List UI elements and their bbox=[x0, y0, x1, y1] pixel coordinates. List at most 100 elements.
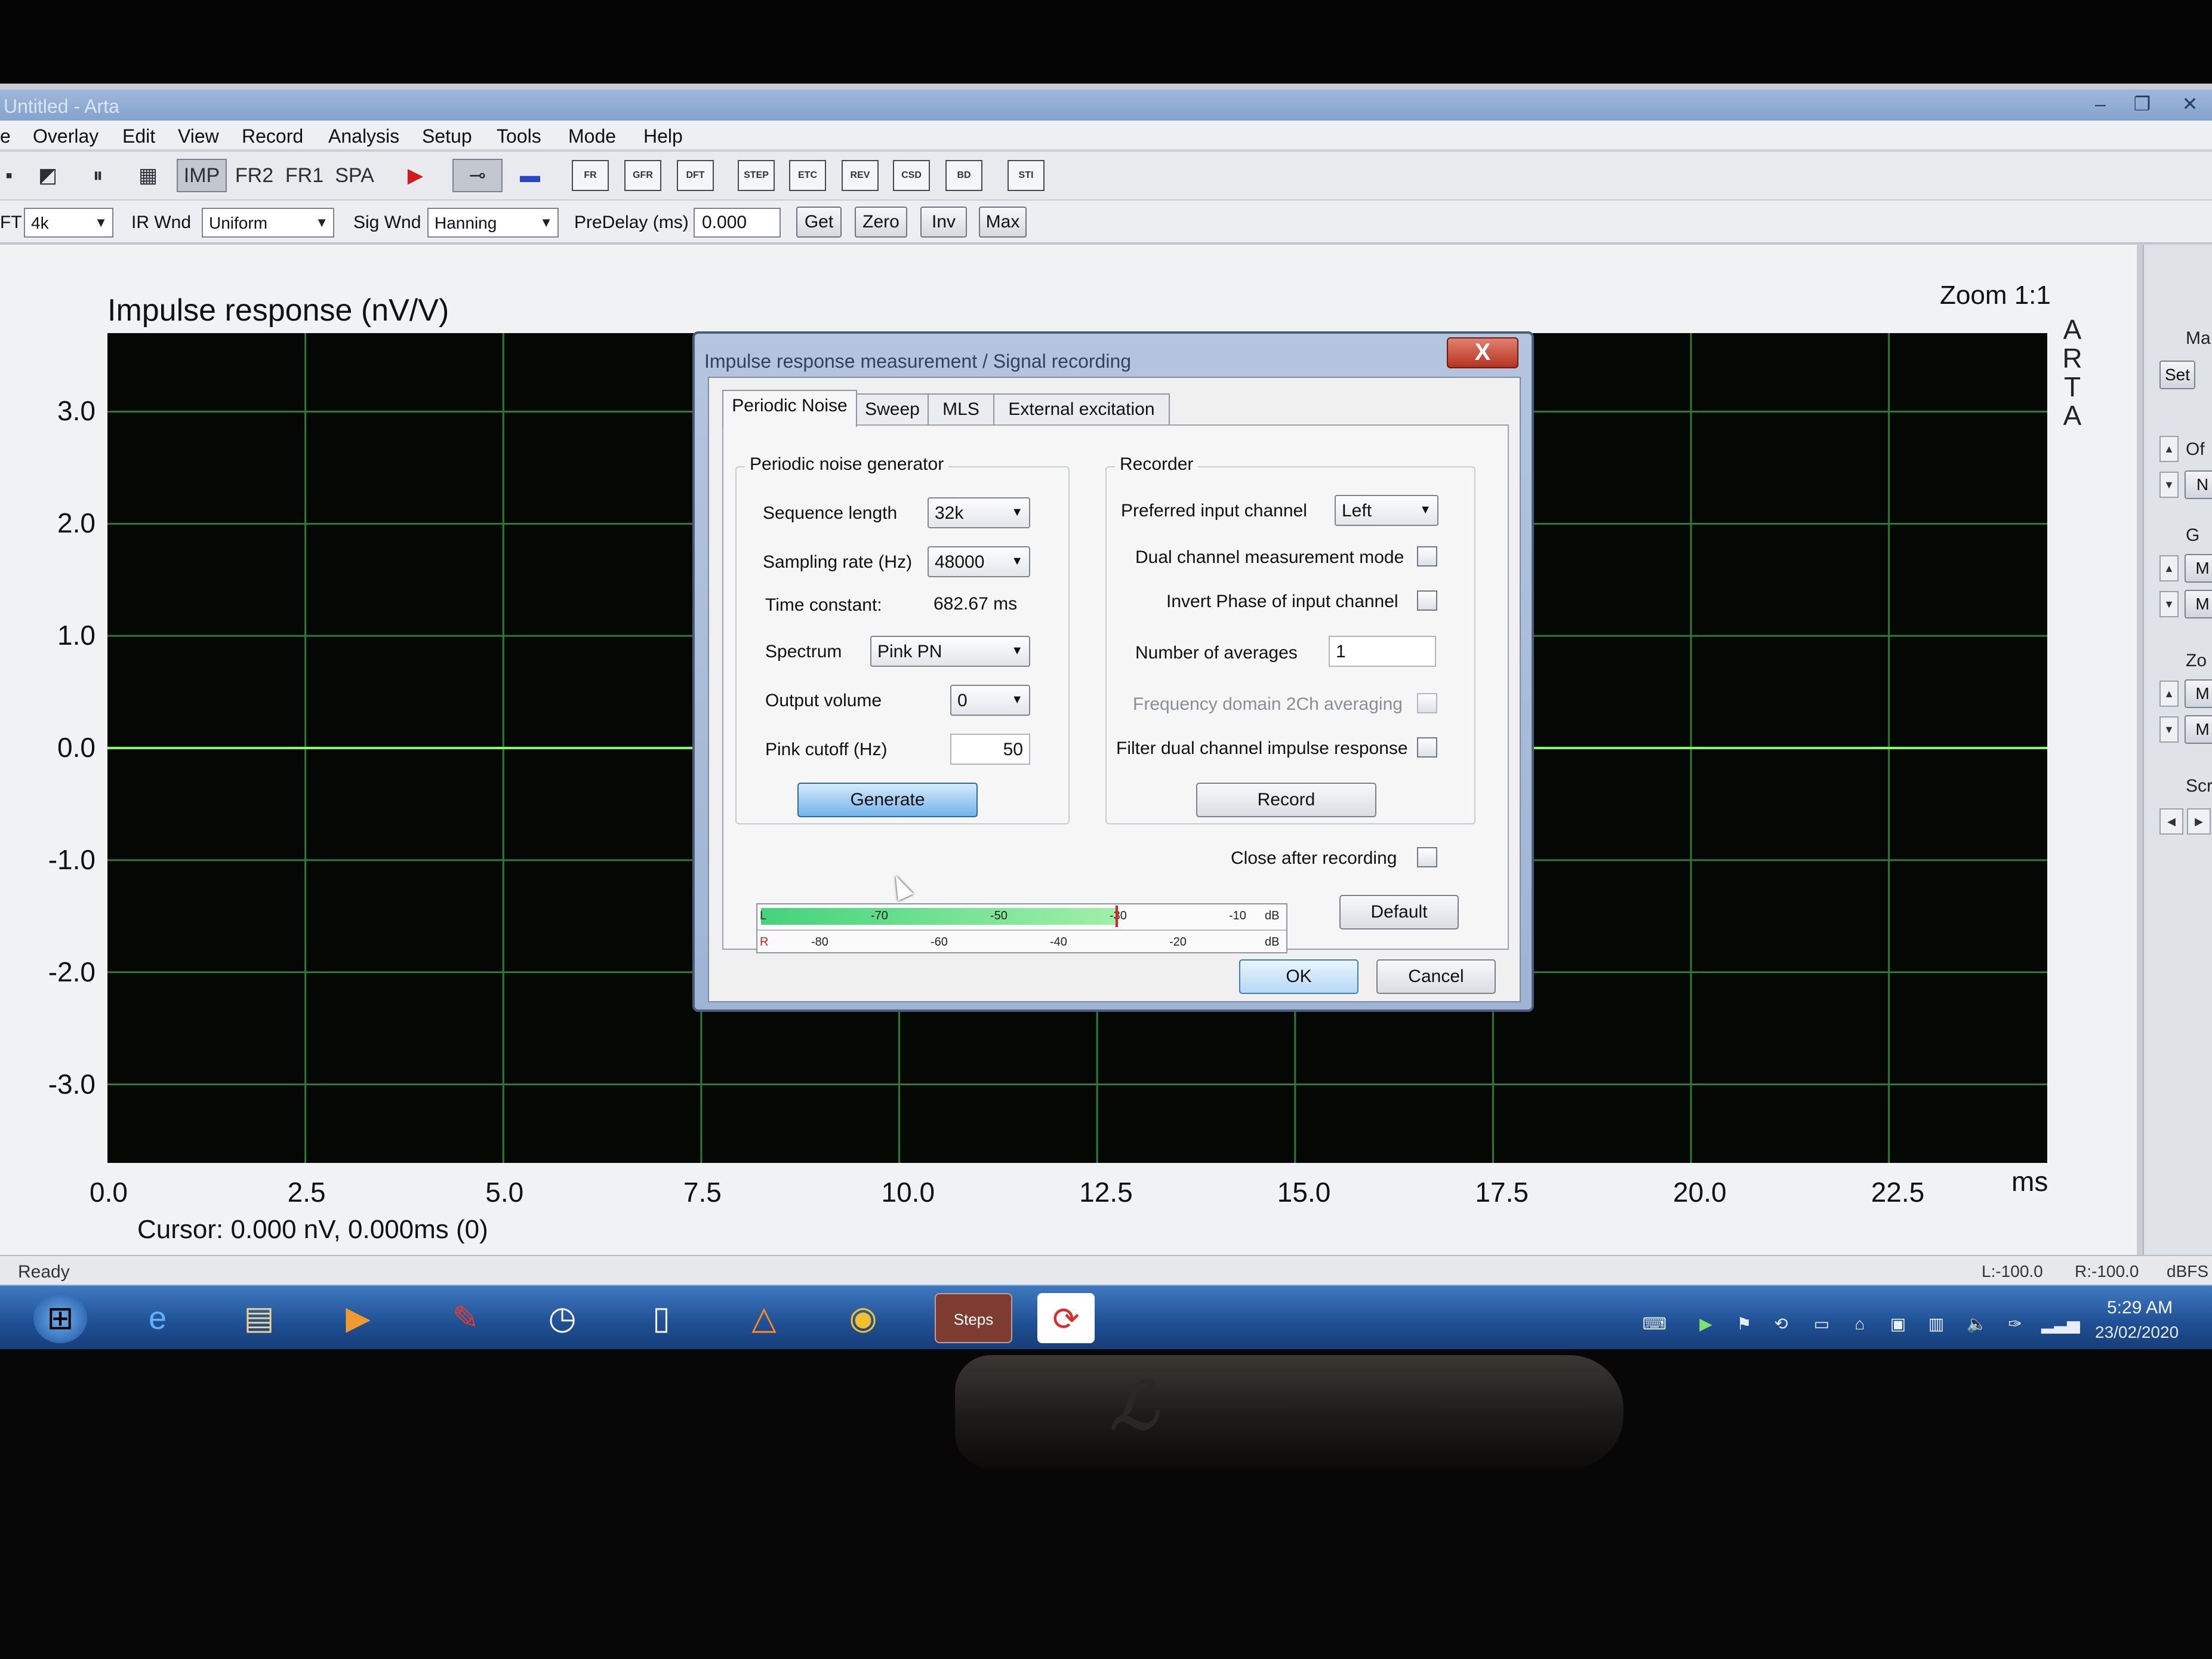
panel-button-n[interactable]: N bbox=[2185, 470, 2212, 499]
menu-tools[interactable]: Tools bbox=[497, 125, 541, 147]
get-button[interactable]: Get bbox=[796, 207, 842, 238]
vlc-icon[interactable]: △ bbox=[735, 1293, 793, 1343]
clock-app-icon[interactable]: ◷ bbox=[534, 1293, 591, 1343]
play-tray-icon[interactable]: ▶ bbox=[1693, 1312, 1719, 1336]
steps-app-icon[interactable]: Steps bbox=[935, 1293, 1012, 1343]
max-button[interactable]: Max bbox=[979, 207, 1027, 238]
file-explorer-icon[interactable]: ▤ bbox=[230, 1293, 288, 1343]
ok-button[interactable]: OK bbox=[1239, 959, 1358, 994]
volume-icon[interactable]: 🔈 bbox=[1964, 1312, 1990, 1336]
ir-window-select[interactable]: Uniform ▼ bbox=[202, 208, 334, 238]
flag-tray-icon[interactable]: ⚑ bbox=[1731, 1312, 1757, 1336]
bd-icon[interactable]: BD bbox=[945, 160, 982, 191]
network-drive-tray-icon[interactable]: ⌂ bbox=[1847, 1312, 1873, 1336]
pin-tray-icon[interactable]: ✑ bbox=[2002, 1312, 2028, 1336]
maximize-button[interactable]: ❐ bbox=[2125, 92, 2159, 116]
dual-channel-checkbox[interactable] bbox=[1417, 546, 1437, 567]
csd-icon[interactable]: CSD bbox=[893, 160, 930, 191]
minimize-button[interactable]: – bbox=[2083, 92, 2118, 116]
preferred-input-select[interactable]: Left ▼ bbox=[1335, 495, 1438, 526]
mode-fr1-button[interactable]: FR1 bbox=[282, 159, 327, 192]
menu-edit[interactable]: Edit bbox=[122, 125, 155, 147]
keyboard-tray-icon[interactable]: ⌨ bbox=[1641, 1312, 1668, 1336]
panel-button-m2[interactable]: M bbox=[2185, 590, 2212, 618]
record-level-icon[interactable]: ▬ bbox=[511, 159, 549, 192]
cancel-button[interactable]: Cancel bbox=[1376, 959, 1496, 994]
set-button[interactable]: Set bbox=[2159, 361, 2195, 389]
output-volume-select[interactable]: 0 ▼ bbox=[950, 685, 1030, 716]
mode-spa-button[interactable]: SPA bbox=[329, 159, 380, 192]
generate-button[interactable]: Generate bbox=[797, 783, 978, 817]
tab-mls[interactable]: MLS bbox=[928, 393, 994, 426]
default-button[interactable]: Default bbox=[1339, 895, 1459, 929]
grid-icon[interactable]: ▦ bbox=[131, 159, 165, 192]
spin-down-icon[interactable]: ▼ bbox=[2159, 716, 2179, 743]
dialog-close-button[interactable]: X bbox=[1447, 337, 1518, 368]
internet-explorer-icon[interactable]: e bbox=[129, 1293, 186, 1343]
sync-tray-icon[interactable]: ⟲ bbox=[1768, 1312, 1794, 1336]
menu-record[interactable]: Record bbox=[242, 125, 303, 147]
menu-setup[interactable]: Setup bbox=[422, 125, 472, 147]
generator-icon[interactable]: ⊸ bbox=[452, 159, 503, 192]
rev-icon[interactable]: REV bbox=[842, 160, 879, 191]
dft-icon[interactable]: DFT bbox=[677, 160, 714, 191]
invert-button[interactable]: Inv bbox=[920, 207, 967, 238]
sequence-length-select[interactable]: 32k ▼ bbox=[928, 497, 1030, 528]
display-tray-icon[interactable]: ▣ bbox=[1885, 1312, 1911, 1336]
predelay-input[interactable]: 0.000 bbox=[694, 208, 781, 238]
step-icon[interactable]: STEP bbox=[738, 160, 775, 191]
mode-fr2-button[interactable]: FR2 bbox=[229, 159, 279, 192]
pin-app-icon[interactable]: ✎ bbox=[437, 1293, 494, 1343]
signal-bars-icon[interactable]: ▂▃▅ bbox=[2041, 1312, 2080, 1336]
panel-button-m4[interactable]: M bbox=[2185, 715, 2212, 744]
spin-up-icon[interactable]: ▲ bbox=[2159, 436, 2179, 462]
signal-window-select[interactable]: Hanning ▼ bbox=[427, 208, 559, 238]
menu-help[interactable]: Help bbox=[643, 125, 683, 147]
spin-down-icon[interactable]: ▼ bbox=[2159, 472, 2179, 498]
menu-analysis[interactable]: Analysis bbox=[328, 125, 399, 147]
menu-view[interactable]: View bbox=[178, 125, 219, 147]
refresh-app-icon[interactable]: ⟳ bbox=[1037, 1293, 1095, 1343]
close-window-button[interactable]: ✕ bbox=[2173, 92, 2207, 116]
fft-size-select[interactable]: 4k ▼ bbox=[24, 208, 113, 238]
spectrum-select[interactable]: Pink PN ▼ bbox=[870, 636, 1030, 667]
start-button-icon[interactable]: ⊞ bbox=[33, 1293, 87, 1343]
panel-button-m3[interactable]: M bbox=[2185, 679, 2212, 708]
invert-phase-checkbox[interactable] bbox=[1417, 590, 1437, 611]
chrome-icon[interactable]: ◉ bbox=[834, 1293, 892, 1343]
edit-icon[interactable]: ◩ bbox=[31, 159, 64, 192]
tab-external-excitation[interactable]: External excitation bbox=[993, 393, 1170, 426]
save-icon[interactable]: ▪ bbox=[0, 159, 18, 192]
blank-document-icon[interactable]: ▯ bbox=[633, 1293, 690, 1343]
fr-plot-icon[interactable]: FR bbox=[572, 160, 609, 191]
monitor-tray-icon[interactable]: ▭ bbox=[1809, 1312, 1835, 1336]
zero-button[interactable]: Zero bbox=[855, 207, 907, 238]
device-tray-icon[interactable]: ▥ bbox=[1923, 1312, 1949, 1336]
scroll-left-icon[interactable]: ◀ bbox=[2159, 808, 2183, 835]
panel-button-m1[interactable]: M bbox=[2185, 554, 2212, 583]
tab-periodic-noise[interactable]: Periodic Noise bbox=[722, 390, 857, 427]
spin-up-icon[interactable]: ▲ bbox=[2159, 681, 2179, 707]
menu-mode[interactable]: Mode bbox=[568, 125, 616, 147]
media-player-icon[interactable]: ▶ bbox=[329, 1293, 387, 1343]
spin-up-icon[interactable]: ▲ bbox=[2159, 555, 2179, 581]
scroll-right-icon[interactable]: ▶ bbox=[2187, 808, 2211, 835]
clock-date[interactable]: 23/02/2020 bbox=[2095, 1323, 2179, 1342]
menu-file[interactable]: e bbox=[0, 125, 11, 147]
mode-imp-button[interactable]: IMP bbox=[177, 159, 227, 192]
tab-sweep[interactable]: Sweep bbox=[856, 393, 929, 426]
sti-icon[interactable]: STI bbox=[1008, 160, 1045, 191]
play-icon[interactable]: ▶ bbox=[396, 159, 435, 192]
clock-time[interactable]: 5:29 AM bbox=[2107, 1298, 2173, 1318]
averages-input[interactable]: 1 bbox=[1329, 636, 1436, 667]
sampling-rate-select[interactable]: 48000 ▼ bbox=[928, 546, 1030, 577]
filter-dual-checkbox[interactable] bbox=[1417, 737, 1437, 758]
menu-overlay[interactable]: Overlay bbox=[33, 125, 98, 147]
record-button[interactable]: Record bbox=[1196, 783, 1376, 817]
gated-fr-icon[interactable]: GFR bbox=[624, 160, 661, 191]
spin-down-icon[interactable]: ▼ bbox=[2159, 591, 2179, 617]
pink-cutoff-input[interactable]: 50 bbox=[950, 734, 1030, 765]
freq-domain-checkbox[interactable] bbox=[1417, 693, 1437, 713]
etc-icon[interactable]: ETC bbox=[789, 160, 826, 191]
close-after-checkbox[interactable] bbox=[1417, 847, 1437, 867]
